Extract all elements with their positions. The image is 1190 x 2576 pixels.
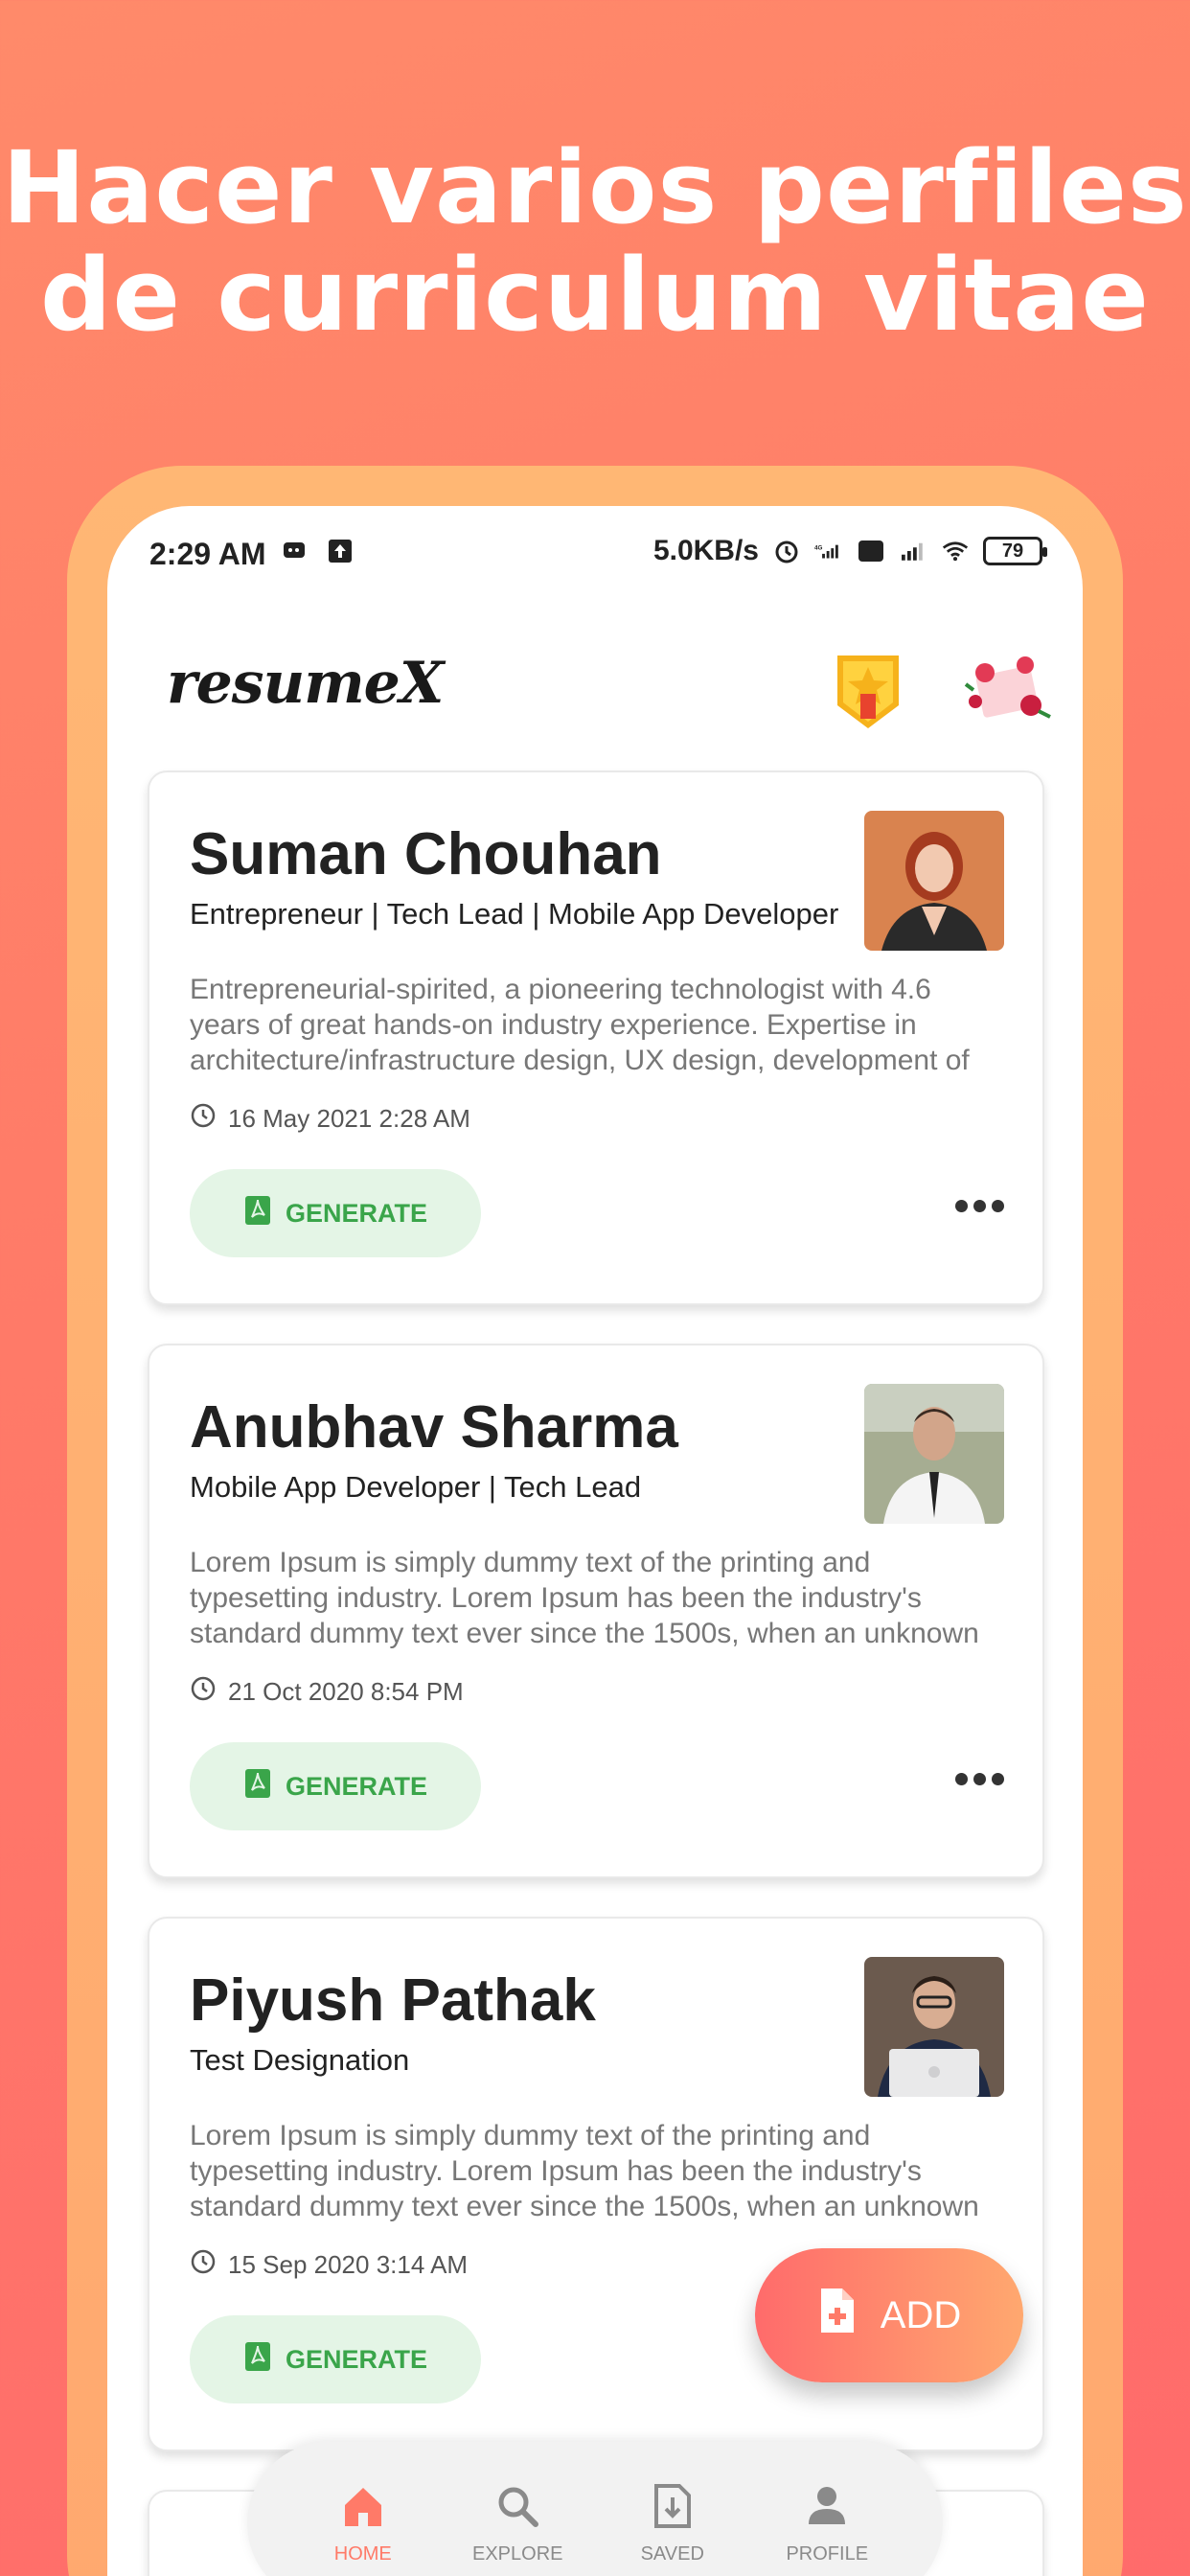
headline-line-2: de curriculum vitae (40, 237, 1150, 354)
resume-name: Piyush Pathak (190, 1967, 596, 2034)
resume-designation: Mobile App Developer | Tech Lead (190, 1470, 642, 1504)
clock-icon (190, 1675, 217, 1709)
network-speed: 5.0KB/s (652, 535, 759, 566)
resume-name: Suman Chouhan (190, 821, 662, 887)
headline-line-1: Hacer varios perfiles (2, 129, 1188, 246)
more-options-icon[interactable] (955, 1200, 1004, 1212)
resume-photo (864, 1957, 1004, 2097)
resume-date: 16 May 2021 2:28 AM (190, 1102, 470, 1136)
gift-icon[interactable] (958, 644, 1054, 730)
resume-date: 21 Oct 2020 8:54 PM (190, 1675, 464, 1709)
message-icon (280, 537, 309, 565)
generate-button[interactable]: GENERATE (190, 2315, 481, 2404)
pdf-icon (243, 2340, 272, 2380)
clock-icon (190, 2248, 217, 2282)
status-time: 2:29 AM (149, 537, 266, 571)
volte-icon (857, 537, 885, 565)
generate-label: GENERATE (285, 1771, 427, 1801)
search-icon (493, 2482, 541, 2536)
home-icon (339, 2482, 387, 2536)
battery-icon: 79 (983, 537, 1047, 565)
nav-home[interactable]: HOME (296, 2482, 430, 2565)
person-icon (803, 2482, 851, 2536)
svg-text:4G: 4G (814, 544, 823, 551)
bottom-nav: HOME EXPLORE SAVED PROFILE (247, 2442, 943, 2576)
resume-designation: Test Designation (190, 2043, 410, 2077)
resume-date-text: 15 Sep 2020 3:14 AM (228, 2250, 469, 2279)
resume-summary: Entrepreneurial-spirited, a pioneering t… (190, 974, 970, 1076)
clock-icon (190, 1102, 217, 1136)
resume-name: Anubhav Sharma (190, 1394, 678, 1460)
generate-label: GENERATE (285, 2344, 427, 2374)
wifi-icon (941, 537, 970, 565)
nav-profile-label: PROFILE (786, 2542, 869, 2564)
pdf-icon (243, 1194, 272, 1233)
add-label: ADD (880, 2293, 962, 2336)
generate-button[interactable]: GENERATE (190, 1742, 481, 1830)
resume-photo (864, 1384, 1004, 1524)
nav-explore-label: EXPLORE (472, 2542, 563, 2564)
status-bar: 2:29 AM 5.0KB/s 4G 79 (107, 506, 1083, 602)
resume-photo (864, 811, 1004, 951)
app-logo: resumeX (167, 650, 444, 717)
nav-explore[interactable]: EXPLORE (450, 2482, 584, 2565)
resume-summary: Lorem Ipsum is simply dummy text of the … (190, 2120, 979, 2222)
add-file-icon (817, 2287, 856, 2344)
nav-saved[interactable]: SAVED (606, 2482, 740, 2565)
signal-icon (899, 537, 927, 565)
upload-icon (326, 537, 355, 565)
premium-badge-icon[interactable] (832, 650, 904, 732)
nav-profile[interactable]: PROFILE (760, 2482, 894, 2565)
resume-designation: Entrepreneur | Tech Lead | Mobile App De… (190, 897, 839, 931)
alarm-icon (772, 537, 801, 565)
resume-date: 15 Sep 2020 3:14 AM (190, 2248, 468, 2282)
app-bar: resumeX (107, 611, 1083, 755)
resume-date-text: 16 May 2021 2:28 AM (228, 1104, 470, 1133)
resume-date-text: 21 Oct 2020 8:54 PM (228, 1677, 464, 1706)
signal-4g-icon: 4G (814, 537, 843, 565)
promo-headline: Hacer varios perfiles de curriculum vita… (0, 134, 1190, 349)
nav-home-label: HOME (333, 2542, 392, 2564)
resume-summary: Lorem Ipsum is simply dummy text of the … (190, 1547, 979, 1649)
more-options-icon[interactable] (955, 1773, 1004, 1785)
pdf-icon (243, 1767, 272, 1806)
phone-screen: 2:29 AM 5.0KB/s 4G 79 resumeX Suman Chou… (107, 506, 1083, 2576)
nav-saved-label: SAVED (640, 2542, 704, 2564)
resume-card[interactable]: Anubhav Sharma Mobile App Developer | Te… (148, 1344, 1044, 1878)
generate-label: GENERATE (285, 1198, 427, 1228)
add-button[interactable]: ADD (755, 2248, 1023, 2382)
generate-button[interactable]: GENERATE (190, 1169, 481, 1257)
download-icon (649, 2482, 697, 2536)
resume-card[interactable]: Suman Chouhan Entrepreneur | Tech Lead |… (148, 770, 1044, 1305)
